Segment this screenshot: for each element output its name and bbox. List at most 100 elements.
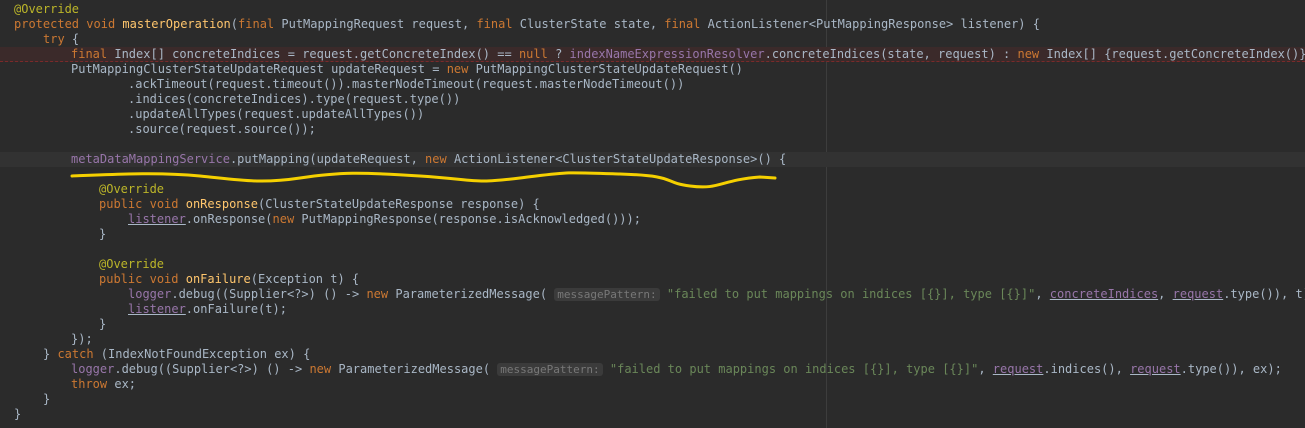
code-text: } (14, 407, 22, 421)
code-line[interactable]: } catch (IndexNotFoundException ex) { (0, 347, 1305, 362)
code-text: } (43, 347, 58, 361)
keyword: throw (71, 377, 108, 391)
annotation: @Override (14, 2, 80, 16)
code-text: .concreteIndices(state, request) : (764, 47, 1018, 61)
method-name: onResponse (185, 197, 258, 211)
code-line[interactable]: throw ex; (0, 377, 1305, 392)
code-text: { (64, 32, 80, 46)
code-text: .updateAllTypes(request.updateAllTypes()… (128, 107, 425, 121)
code-text: ActionListener<PutMappingResponse> liste… (700, 17, 1040, 31)
field-ref: request (1130, 362, 1181, 376)
code-text: }); (71, 332, 93, 346)
field-ref: listener (128, 212, 186, 226)
keyword: void (86, 17, 116, 31)
method-name: masterOperation (122, 17, 231, 31)
code-line[interactable]: public void onFailure(Exception t) { (0, 272, 1305, 287)
code-text: PutMappingClusterStateUpdateRequest upda… (71, 62, 447, 76)
code-line[interactable]: listener.onFailure(t); (0, 302, 1305, 317)
keyword: final (71, 47, 108, 61)
code-text: (Exception t) { (250, 272, 360, 286)
keyword: new (272, 212, 295, 226)
code-line[interactable]: } (0, 317, 1305, 332)
code-line[interactable]: .source(request.source()); (0, 122, 1305, 137)
code-line-error[interactable]: final Index[] concreteIndices = request.… (0, 47, 1305, 62)
keyword: void (149, 272, 179, 286)
code-line[interactable]: .updateAllTypes(request.updateAllTypes()… (0, 107, 1305, 122)
keyword: final (664, 17, 701, 31)
field-ref: logger (128, 287, 172, 301)
string-literal: "failed to put mappings on indices [{}],… (609, 362, 979, 376)
code-line[interactable]: } (0, 227, 1305, 242)
code-text: PutMappingClusterStateUpdateRequest() (468, 62, 743, 76)
code-text: , (1035, 287, 1050, 301)
code-text: .debug((Supplier<?>) () -> (114, 362, 310, 376)
code-line[interactable]: PutMappingClusterStateUpdateRequest upda… (0, 62, 1305, 77)
keyword: final (476, 17, 513, 31)
code-text: .onResponse( (185, 212, 273, 226)
field-ref: request (992, 362, 1044, 376)
code-line[interactable]: @Override (0, 2, 1305, 17)
keyword: public (99, 272, 143, 286)
code-text: PutMappingResponse(response.isAcknowledg… (294, 212, 641, 226)
code-line[interactable]: logger.debug((Supplier<?>) () -> new Par… (0, 287, 1305, 302)
code-text: .indices(), (1043, 362, 1131, 376)
code-text: .debug((Supplier<?>) () -> (171, 287, 367, 301)
parameter-hint: messagePattern: (554, 288, 660, 301)
code-line[interactable]: .ackTimeout(request.timeout()).masterNod… (0, 77, 1305, 92)
code-text: , (978, 362, 993, 376)
code-text: ClusterState state, (512, 17, 665, 31)
field-ref: listener (128, 302, 186, 316)
field-ref: indexNameExpressionResolver (569, 47, 765, 61)
code-text: Index[] {request.getConcreteIndex()}; (1039, 47, 1305, 61)
field-ref: request (1172, 287, 1224, 301)
code-text: Index[] concreteIndices = request.getCon… (107, 47, 519, 61)
code-line[interactable]: listener.onResponse(new PutMappingRespon… (0, 212, 1305, 227)
code-line[interactable]: public void onResponse(ClusterStateUpdat… (0, 197, 1305, 212)
field-ref: logger (71, 362, 115, 376)
code-text: (ClusterStateUpdateResponse response) { (257, 197, 540, 211)
code-editor[interactable]: @Override protected void masterOperation… (0, 0, 1305, 428)
keyword: public (99, 197, 143, 211)
code-text: ex; (107, 377, 137, 391)
code-line[interactable]: logger.debug((Supplier<?>) () -> new Par… (0, 362, 1305, 377)
keyword: catch (57, 347, 94, 361)
keyword: new (309, 362, 332, 376)
code-line[interactable]: .indices(concreteIndices).type(request.t… (0, 92, 1305, 107)
code-line[interactable]: }); (0, 332, 1305, 347)
code-text: } (43, 392, 51, 406)
code-text: .ackTimeout(request.timeout()).masterNod… (128, 77, 685, 91)
keyword: new (366, 287, 389, 301)
code-line[interactable]: try { (0, 32, 1305, 47)
code-line[interactable]: @Override (0, 182, 1305, 197)
code-text: .indices(concreteIndices).type(request.t… (128, 92, 461, 106)
keyword: null (518, 47, 548, 61)
code-text: .type()), t); (1223, 287, 1305, 301)
parameter-hint: messagePattern: (497, 363, 603, 376)
code-text: .onFailure(t); (185, 302, 287, 316)
code-line[interactable]: } (0, 407, 1305, 422)
keyword: new (1017, 47, 1040, 61)
code-text: ParameterizedMessage( (331, 362, 498, 376)
field-ref: metaDataMappingService (71, 152, 230, 166)
code-text: .source(request.source()); (128, 122, 316, 136)
field-ref: concreteIndices (1049, 287, 1159, 301)
code-line-current[interactable]: metaDataMappingService.putMapping(update… (0, 152, 1305, 167)
code-text: ? (547, 47, 570, 61)
code-text: (IndexNotFoundException ex) { (93, 347, 311, 361)
code-text: ParameterizedMessage( (388, 287, 555, 301)
keyword: void (149, 197, 179, 211)
code-line[interactable]: protected void masterOperation( final Put… (0, 17, 1305, 32)
string-literal: "failed to put mappings on indices [{}],… (666, 287, 1036, 301)
code-text: .type()), ex); (1180, 362, 1282, 376)
keyword: try (43, 32, 65, 46)
code-text: } (99, 227, 107, 241)
keyword: new (446, 62, 469, 76)
code-text: ( (230, 17, 239, 31)
code-line[interactable]: } (0, 392, 1305, 407)
keyword: protected (14, 17, 80, 31)
annotation: @Override (99, 257, 165, 271)
code-text: ActionListener<ClusterStateUpdateRespons… (446, 152, 787, 166)
annotation: @Override (99, 182, 165, 196)
code-line[interactable]: @Override (0, 257, 1305, 272)
code-text: PutMappingRequest request, (274, 17, 477, 31)
